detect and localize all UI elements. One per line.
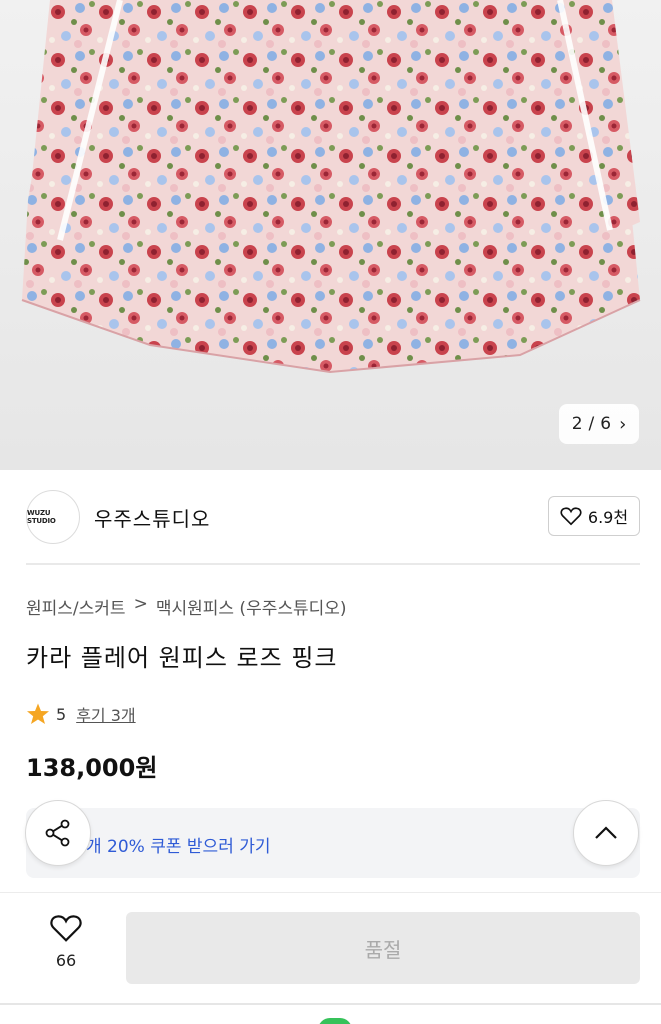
divider <box>26 563 640 565</box>
chevron-right-icon: › <box>619 413 627 435</box>
floral-dress-image <box>21 0 641 374</box>
footer-divider <box>0 1003 661 1005</box>
share-button[interactable] <box>25 800 91 866</box>
image-counter-total: 6 <box>600 414 612 434</box>
product-price: 138,000원 <box>26 754 158 782</box>
rating-score: 5 <box>56 704 67 724</box>
bottom-bar: 66 품절 <box>0 893 661 1003</box>
home-indicator <box>318 1018 352 1024</box>
chevron-up-icon <box>595 826 617 839</box>
coupon-banner[interactable]: 개 20% 쿠폰 받으러 가기 <box>26 808 640 878</box>
wishlist-count: 66 <box>55 951 77 970</box>
wishlist-button[interactable]: 66 <box>38 913 94 970</box>
share-icon <box>45 819 70 847</box>
coupon-text: 개 20% 쿠폰 받으러 가기 <box>86 837 271 857</box>
brand-row[interactable]: WUZU STUDIO 우주스튜디오 6.9천 <box>26 490 640 544</box>
scroll-top-button[interactable] <box>573 800 639 866</box>
brand-logo[interactable]: WUZU STUDIO <box>26 490 80 544</box>
review-link[interactable]: 후기 3개 <box>76 702 135 726</box>
brand-name[interactable]: 우주스튜디오 <box>94 503 210 532</box>
breadcrumb-category[interactable]: 원피스/스커트 <box>26 594 126 619</box>
star-icon <box>27 703 49 724</box>
breadcrumb-separator: > <box>133 594 148 614</box>
heart-icon <box>560 507 582 526</box>
product-title: 카라 플레어 원피스 로즈 핑크 <box>26 644 338 672</box>
product-image-gallery[interactable]: 2 / 6 › <box>0 0 661 470</box>
image-counter-current: 2 <box>571 414 583 434</box>
brand-like-button[interactable]: 6.9천 <box>548 496 640 536</box>
image-counter-separator: / <box>588 414 595 434</box>
brand-like-count: 6.9천 <box>587 508 629 527</box>
heart-icon <box>50 915 82 942</box>
breadcrumb: 원피스/스커트 > 맥시원피스 (우주스튜디오) <box>26 594 347 619</box>
rating: 5 후기 3개 <box>26 702 136 726</box>
breadcrumb-subcategory[interactable]: 맥시원피스 (우주스튜디오) <box>156 594 347 619</box>
soldout-button[interactable]: 품절 <box>126 912 640 984</box>
image-counter[interactable]: 2 / 6 › <box>559 404 639 444</box>
